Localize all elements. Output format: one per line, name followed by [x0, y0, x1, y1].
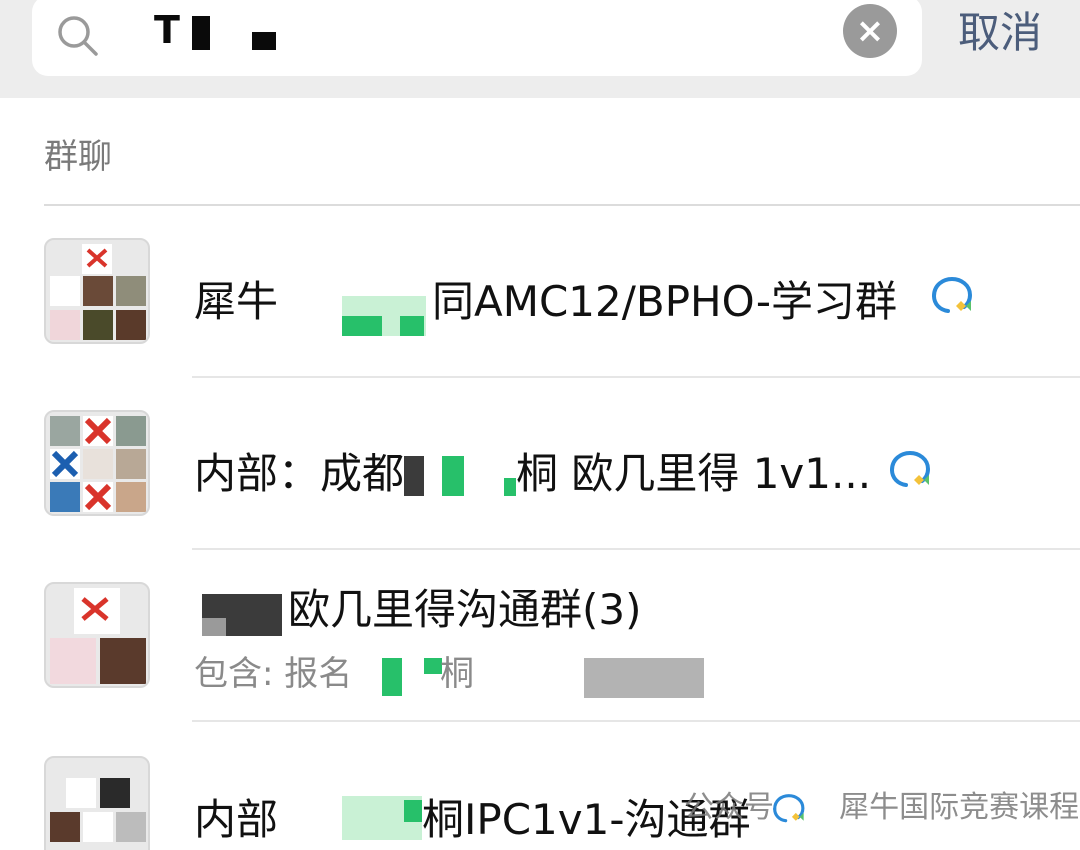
photo-tile: [116, 310, 146, 340]
redaction: [584, 658, 704, 698]
logo-tile: [66, 778, 96, 808]
result-title: 内部：成都: [194, 448, 404, 500]
photo-tile: [50, 638, 96, 684]
search-input[interactable]: T: [154, 8, 277, 52]
redaction: [404, 800, 422, 822]
group-avatar: [44, 410, 150, 516]
redaction: [400, 316, 424, 336]
title-prefix: 犀牛: [194, 277, 279, 326]
title-prefix: 内部: [194, 795, 279, 844]
result-title-suffix: 欧几里得沟通群(3): [288, 585, 642, 634]
redacted-query: [192, 16, 211, 50]
watermark-right: 犀牛国际竞赛课程: [839, 790, 1080, 825]
photo-tile: [116, 812, 146, 842]
logo-tile: [83, 812, 113, 842]
redaction: [442, 456, 464, 496]
search-icon: [58, 16, 98, 56]
section-title-group-chats: 群聊: [44, 137, 112, 177]
result-title: 内部: [194, 794, 278, 846]
clear-search-button[interactable]: ×: [843, 4, 897, 58]
redaction: [342, 316, 382, 336]
photo-tile: [116, 449, 146, 479]
search-query-text: T: [154, 8, 180, 52]
photo-tile: [50, 416, 80, 446]
group-avatar: [44, 756, 150, 850]
group-avatar: [44, 582, 150, 688]
photo-tile: [100, 778, 130, 808]
logo-icon: [81, 597, 109, 621]
result-item[interactable]: 内部 桐IPC1v1-沟通群: [0, 722, 1080, 850]
photo-tile: [116, 416, 146, 446]
photo-tile: [50, 482, 80, 512]
result-subtitle: 包含: 报名: [194, 652, 352, 696]
search-bar-area: T × 取消: [0, 0, 1080, 98]
photo-tile: [83, 276, 113, 306]
cancel-button[interactable]: 取消: [958, 6, 1042, 60]
wecom-icon: [773, 794, 805, 823]
redaction: [404, 456, 424, 496]
photo-tile: [116, 276, 146, 306]
photo-tile: [83, 310, 113, 340]
redaction: [202, 618, 226, 636]
redacted-query: [252, 32, 277, 50]
watermark: 公众号 犀牛国际竞赛课程: [684, 788, 1079, 828]
subtitle-prefix: 包含: 报名: [194, 654, 353, 694]
result-title: 犀牛: [194, 276, 278, 328]
redaction: [382, 658, 402, 696]
logo-icon: [86, 248, 108, 268]
title-prefix: 内部：成都: [194, 449, 405, 498]
subtitle-suffix: 桐: [440, 654, 474, 694]
wecom-icon: [890, 450, 931, 487]
photo-tile: [83, 449, 113, 479]
logo-tile: [50, 276, 80, 306]
result-item[interactable]: 犀牛 同AMC12/BPHO-学习群: [0, 206, 1080, 378]
wecom-icon: [932, 276, 973, 313]
result-item[interactable]: 内部：成都 桐 欧几里得 1v1...: [0, 378, 1080, 550]
result-title-suffix: 同AMC12/BPHO-学习群: [432, 277, 897, 326]
photo-tile: [50, 812, 80, 842]
group-avatar: [44, 238, 150, 344]
photo-tile: [50, 310, 80, 340]
search-box[interactable]: T ×: [32, 0, 922, 76]
logo-icon: [50, 449, 80, 479]
logo-icon: [83, 482, 113, 512]
redaction: [504, 478, 516, 496]
result-title-suffix: 桐 欧几里得 1v1...: [516, 449, 872, 498]
watermark-left: 公众号: [684, 790, 774, 825]
photo-tile: [100, 638, 146, 684]
logo-icon: [83, 416, 113, 446]
photo-tile: [116, 482, 146, 512]
result-item[interactable]: 欧几里得沟通群(3) 包含: 报名 桐: [0, 550, 1080, 722]
